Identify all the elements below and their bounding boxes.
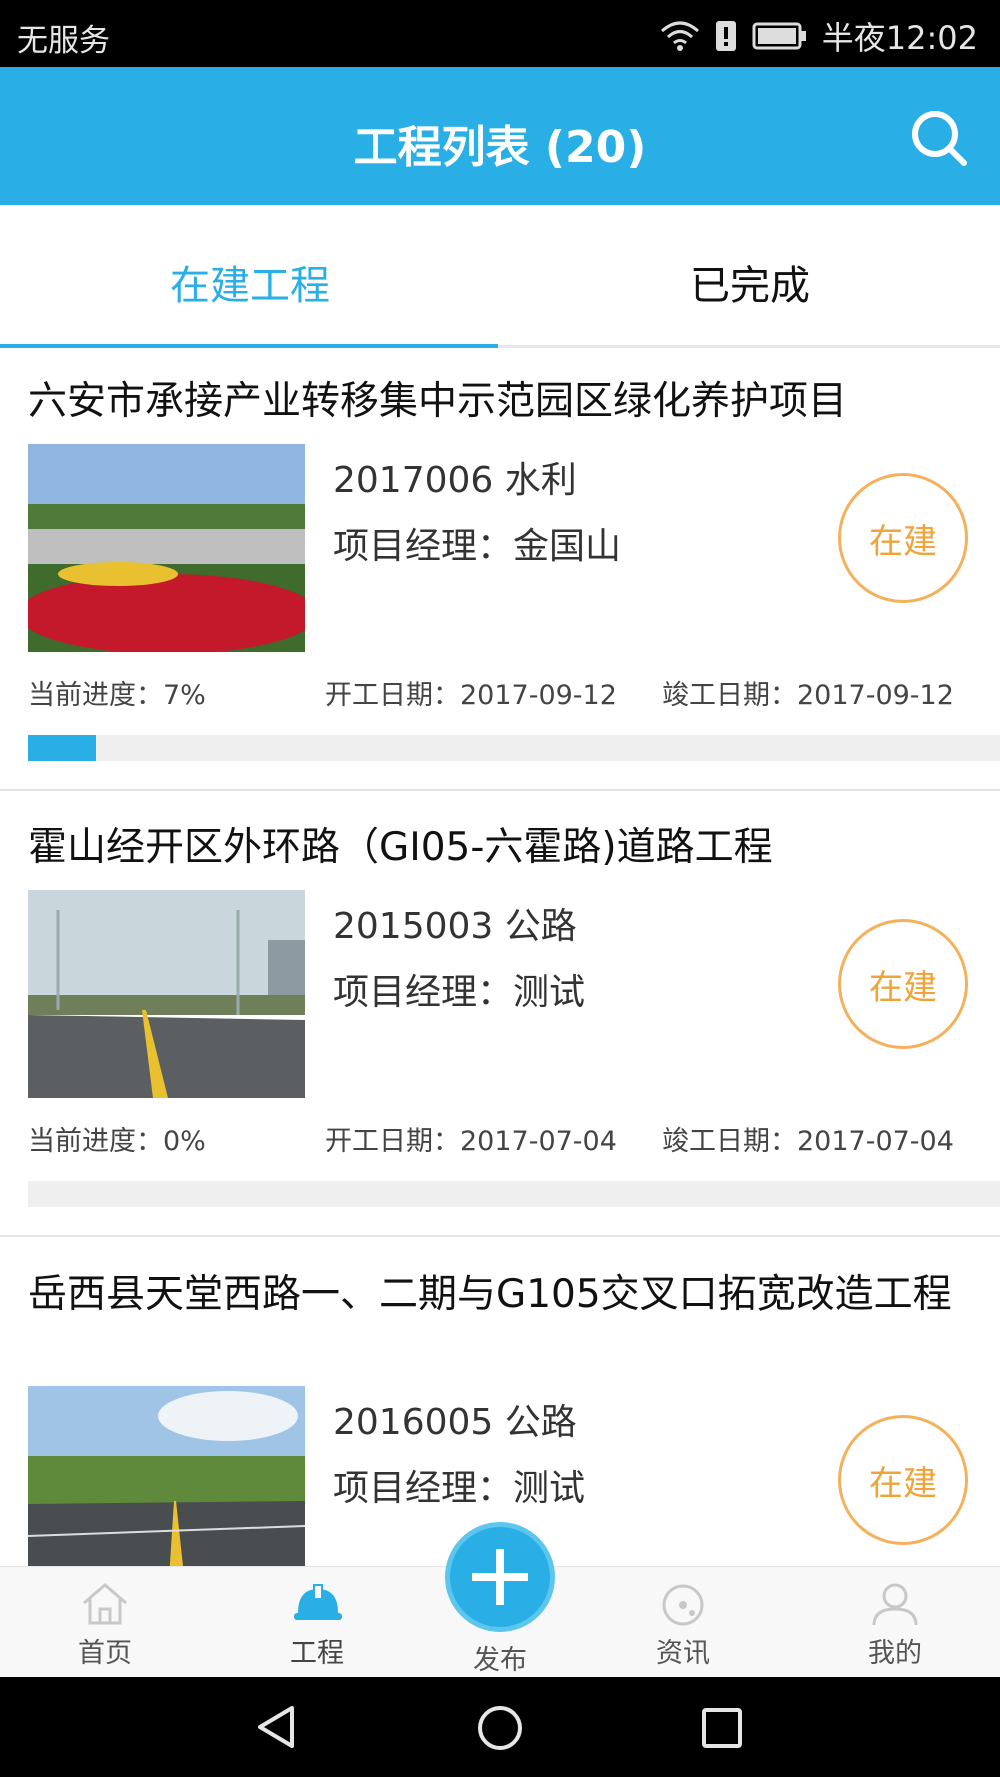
status-bar: 无服务 半夜12:02 xyxy=(0,0,1000,67)
nav-news[interactable]: 资讯 xyxy=(613,1567,753,1678)
status-badge: 在建 xyxy=(838,1415,968,1545)
plus-icon xyxy=(472,1549,528,1605)
tab-bar: 在建工程 已完成 xyxy=(0,205,1000,348)
nav-projects[interactable]: 工程 xyxy=(247,1567,387,1678)
project-thumbnail xyxy=(28,1386,305,1566)
clock: 半夜12:02 xyxy=(821,19,978,57)
page-title: 工程列表 (20) xyxy=(353,122,647,173)
start-date: 开工日期：2017-09-12 xyxy=(325,680,617,711)
project-manager: 项目经理：测试 xyxy=(333,972,586,1013)
project-thumbnail xyxy=(28,890,305,1098)
status-badge: 在建 xyxy=(838,919,968,1049)
progress-text: 当前进度：0% xyxy=(28,1126,206,1157)
progress-text: 当前进度：7% xyxy=(28,680,206,711)
screen: 无服务 半夜12:02 工程列表 (20) 在建工程 已完成 六安市承接产业转移… xyxy=(0,0,1000,1777)
tab-indicator xyxy=(0,344,498,348)
end-date: 竣工日期：2017-07-04 xyxy=(662,1126,954,1157)
project-code: 2017006 水利 xyxy=(333,460,577,501)
nav-label: 我的 xyxy=(868,1638,922,1669)
progress-bar xyxy=(28,735,1000,761)
battery-icon xyxy=(752,22,806,50)
carrier-label: 无服务 xyxy=(17,23,110,59)
home-icon xyxy=(83,1583,127,1625)
search-icon[interactable] xyxy=(908,107,970,169)
app-header: 工程列表 (20) xyxy=(0,67,1000,205)
status-badge: 在建 xyxy=(838,473,968,603)
project-manager: 项目经理：金国山 xyxy=(333,526,622,567)
end-date: 竣工日期：2017-09-12 xyxy=(662,680,954,711)
project-code: 2016005 公路 xyxy=(333,1402,577,1443)
home-circle-icon[interactable] xyxy=(476,1704,524,1752)
project-card[interactable]: 霍山经开区外环路（GI05-六霍路)道路工程 2015003 公路 项目经理：测… xyxy=(0,797,1000,1237)
news-icon xyxy=(662,1584,704,1626)
card-divider xyxy=(0,789,1000,791)
project-card[interactable]: 六安市承接产业转移集中示范园区绿化养护项目 2017006 水利 项目经理：金国… xyxy=(0,351,1000,791)
project-title: 霍山经开区外环路（GI05-六霍路)道路工程 xyxy=(28,825,773,870)
project-code: 2015003 公路 xyxy=(333,906,577,947)
tab-completed[interactable]: 已完成 xyxy=(500,253,1000,311)
publish-label: 发布 xyxy=(473,1645,527,1676)
project-card[interactable]: 岳西县天堂西路一、二期与G105交叉口拓宽改造工程 2016005 公路 项目经… xyxy=(0,1243,1000,1566)
project-manager: 项目经理：测试 xyxy=(333,1468,586,1509)
recents-icon[interactable] xyxy=(700,1706,744,1750)
progress-bar xyxy=(28,1181,1000,1207)
nav-me[interactable]: 我的 xyxy=(825,1567,965,1678)
publish-button[interactable] xyxy=(445,1522,555,1632)
project-title: 六安市承接产业转移集中示范园区绿化养护项目 xyxy=(28,379,848,424)
alert-icon xyxy=(715,21,736,51)
start-date: 开工日期：2017-07-04 xyxy=(325,1126,617,1157)
project-title: 岳西县天堂西路一、二期与G105交叉口拓宽改造工程 xyxy=(28,1272,952,1317)
person-icon xyxy=(872,1583,918,1626)
nav-label: 资讯 xyxy=(656,1638,710,1669)
nav-home[interactable]: 首页 xyxy=(35,1567,175,1678)
nav-label: 工程 xyxy=(290,1638,344,1669)
wifi-icon xyxy=(660,21,699,51)
tab-in-progress[interactable]: 在建工程 xyxy=(0,253,500,311)
status-icons: 半夜12:02 xyxy=(660,13,978,59)
back-icon[interactable] xyxy=(254,1704,300,1750)
progress-fill xyxy=(28,735,97,761)
project-thumbnail xyxy=(28,444,305,652)
card-divider xyxy=(0,1235,1000,1237)
helmet-icon xyxy=(294,1584,342,1620)
nav-label: 首页 xyxy=(78,1638,132,1669)
system-nav-bar xyxy=(0,1677,1000,1777)
